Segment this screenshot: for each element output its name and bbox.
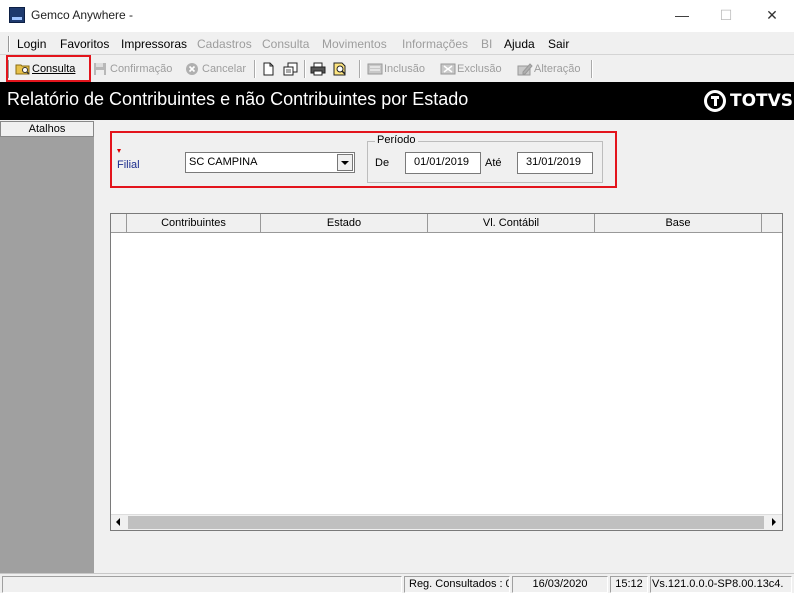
edit-record-icon (517, 62, 533, 76)
exclusao-button[interactable]: Exclusão (440, 59, 502, 79)
add-record-icon (367, 62, 383, 76)
menu-sair[interactable]: Sair (548, 37, 569, 51)
exclusao-label: Exclusão (457, 63, 502, 75)
grid-header: Contribuintes Estado Vl. Contábil Base (111, 214, 782, 233)
menu-login[interactable]: Login (17, 37, 46, 51)
alteracao-button[interactable]: Alteração (517, 59, 580, 79)
scroll-thumb[interactable] (128, 516, 764, 529)
status-records: Reg. Consultados : 0 (404, 576, 510, 593)
toolbar-separator (254, 60, 256, 78)
status-date: 16/03/2020 (512, 576, 608, 593)
maximize-button[interactable]: ☐ (708, 4, 744, 26)
menu-informacoes[interactable]: Informações (402, 37, 468, 51)
date-from-field[interactable]: 01/01/2019 (405, 152, 481, 174)
menu-cadastros[interactable]: Cadastros (197, 37, 252, 51)
de-label: De (375, 157, 390, 169)
window-title: Gemco Anywhere - (31, 8, 134, 22)
atalhos-header[interactable]: Atalhos (0, 121, 94, 137)
sidebar: Atalhos (0, 121, 94, 573)
grid-column-estado[interactable]: Estado (261, 214, 428, 233)
print-preview-icon (332, 62, 346, 76)
status-empty-cell (2, 576, 402, 593)
status-version: Vs.121.0.0.0-SP8.00.13c4. (650, 576, 792, 593)
toolbar: Consulta Confirmação Cancelar Inclusão E… (0, 56, 794, 82)
consulta-highlight (6, 55, 91, 82)
periodo-label: Período (375, 134, 418, 146)
grid-column-base[interactable]: Base (595, 214, 762, 233)
cancelar-button[interactable]: Cancelar (185, 59, 246, 79)
totvs-logo-icon (704, 90, 726, 112)
minimize-button[interactable]: — (664, 4, 700, 26)
scroll-left-icon[interactable] (111, 515, 127, 530)
filial-select[interactable]: SC CAMPINA (185, 152, 355, 173)
menu-movimentos[interactable]: Movimentos (322, 37, 387, 51)
required-marker-icon (117, 149, 121, 153)
scroll-right-icon[interactable] (766, 515, 782, 530)
filial-label: Filial (117, 159, 140, 171)
save-icon (93, 62, 107, 76)
inclusao-button[interactable]: Inclusão (367, 59, 425, 79)
printer-icon (310, 62, 326, 76)
menu-bar: Login Favoritos Impressoras Cadastros Co… (0, 33, 794, 55)
toolbar-separator (591, 60, 593, 78)
status-time: 15:12 (610, 576, 648, 593)
date-to-field[interactable]: 31/01/2019 (517, 152, 593, 174)
copy-document-button[interactable] (283, 59, 298, 79)
grid-column-contribuintes[interactable]: Contribuintes (127, 214, 261, 233)
totvs-logo-text: TOTVS (730, 91, 794, 111)
status-bar: Reg. Consultados : 0 16/03/2020 15:12 Vs… (0, 573, 794, 593)
cancel-icon (185, 62, 199, 76)
title-bar: Gemco Anywhere - — ☐ ✕ (0, 0, 794, 32)
cancelar-label: Cancelar (202, 63, 247, 75)
new-document-icon (261, 62, 275, 76)
inclusao-label: Inclusão (384, 63, 425, 75)
print-preview-button[interactable] (332, 59, 346, 79)
ate-label: Até (485, 157, 502, 169)
menu-favoritos[interactable]: Favoritos (60, 37, 109, 51)
module-header: Relatório de Contribuintes e não Contrib… (0, 82, 794, 120)
alteracao-label: Alteração (534, 63, 581, 75)
print-button[interactable] (310, 59, 326, 79)
confirmacao-button[interactable]: Confirmação (93, 59, 172, 79)
grid-column-selector[interactable] (111, 214, 127, 233)
page-title: Relatório de Contribuintes e não Contrib… (7, 89, 469, 109)
toolbar-separator (304, 60, 306, 78)
menu-grip (8, 36, 10, 52)
filial-value: SC CAMPINA (189, 156, 258, 168)
grid-column-vl-contabil[interactable]: Vl. Contábil (428, 214, 595, 233)
menu-impressoras[interactable]: Impressoras (121, 37, 187, 51)
confirmacao-label: Confirmação (110, 63, 173, 75)
chevron-down-icon[interactable] (337, 154, 353, 171)
close-button[interactable]: ✕ (754, 4, 790, 26)
results-grid[interactable]: Contribuintes Estado Vl. Contábil Base (110, 213, 783, 531)
menu-ajuda[interactable]: Ajuda (504, 37, 535, 51)
horizontal-scrollbar[interactable] (111, 514, 782, 530)
menu-bi[interactable]: BI (481, 37, 492, 51)
copy-document-icon (283, 62, 298, 76)
delete-record-icon (440, 62, 456, 76)
app-icon (9, 7, 25, 23)
totvs-logo: TOTVS (704, 90, 793, 112)
toolbar-separator (359, 60, 361, 78)
menu-consulta[interactable]: Consulta (262, 37, 309, 51)
new-document-button[interactable] (261, 59, 275, 79)
